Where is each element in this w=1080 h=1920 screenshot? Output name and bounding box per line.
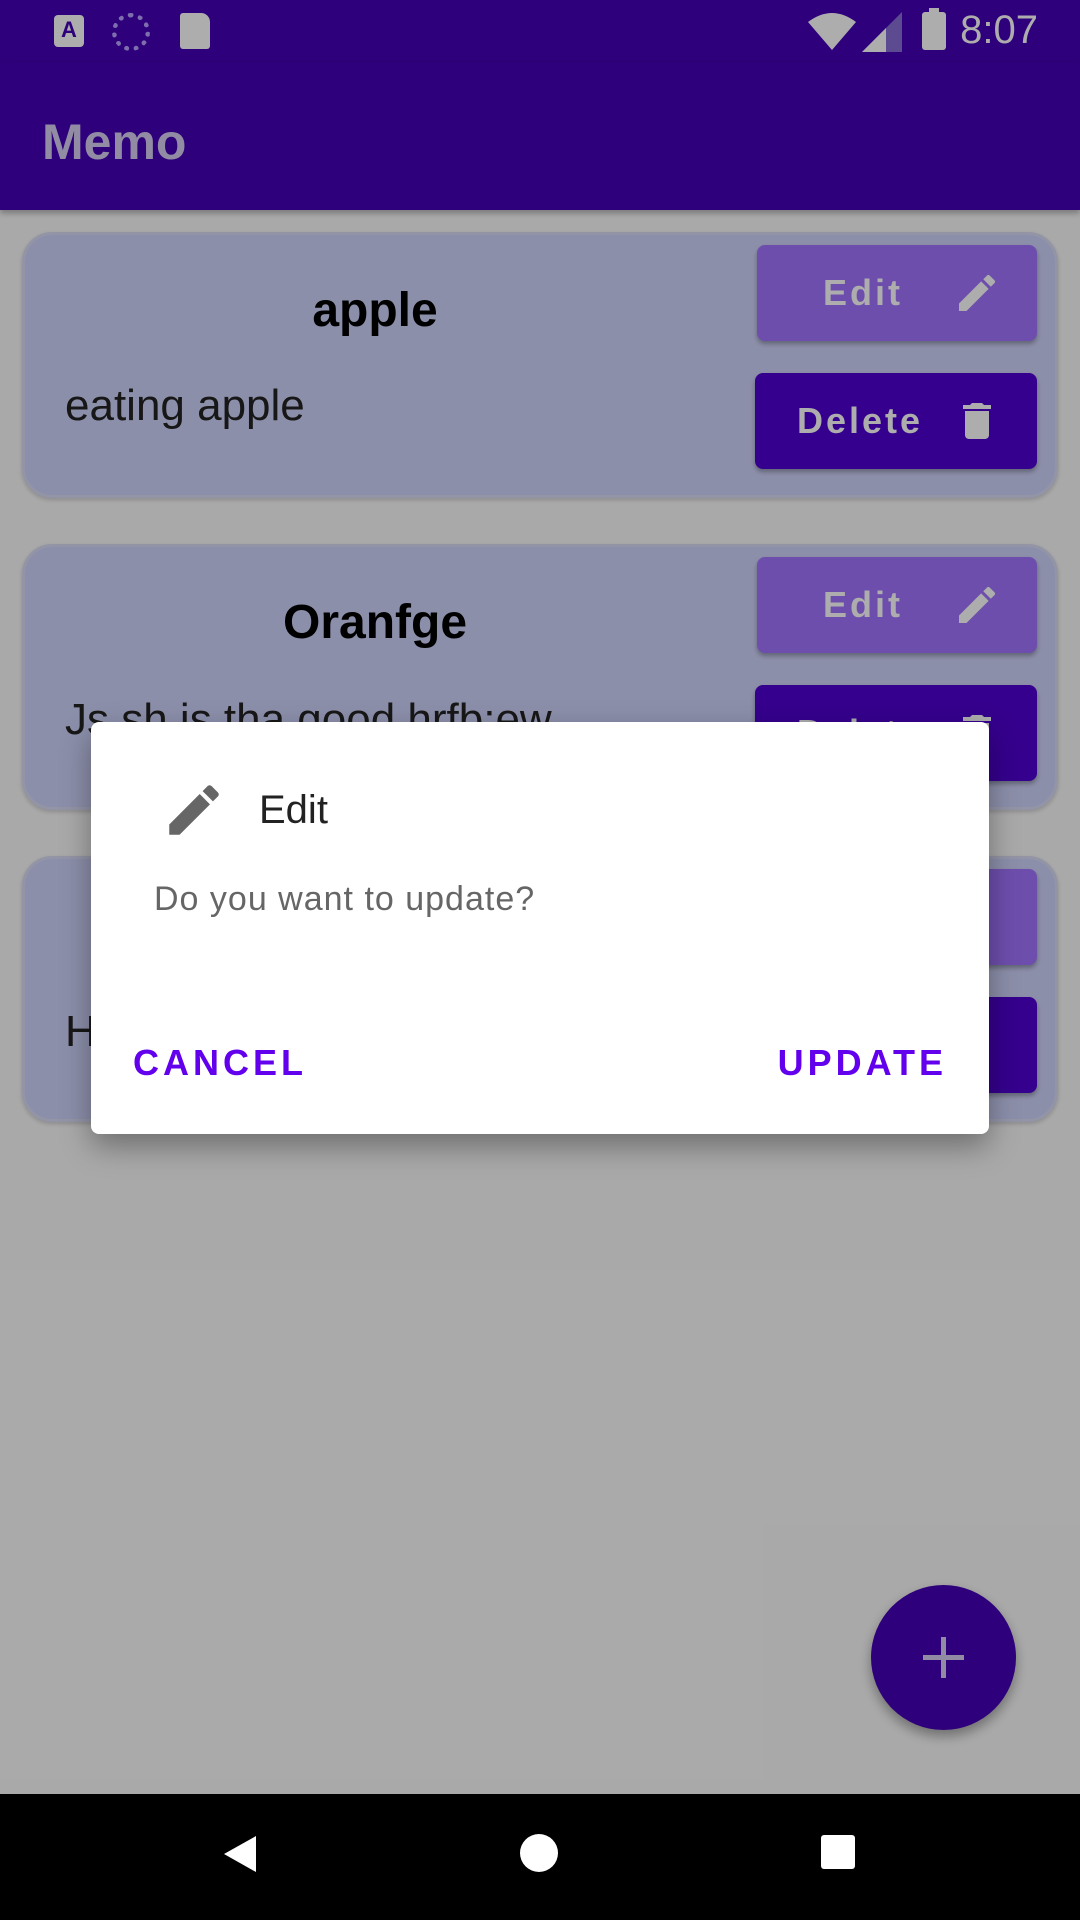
back-icon[interactable] <box>222 1834 258 1874</box>
edit-confirm-dialog: Edit Do you want to update? CANCEL UPDAT… <box>91 722 989 1134</box>
navigation-bar <box>0 1794 1080 1920</box>
dialog-title: Edit <box>259 788 328 832</box>
dialog-message: Do you want to update? <box>154 880 536 918</box>
recent-apps-icon[interactable] <box>821 1835 855 1869</box>
pencil-icon <box>169 785 219 835</box>
update-button[interactable]: UPDATE <box>778 1042 947 1084</box>
cancel-button[interactable]: CANCEL <box>133 1042 307 1084</box>
home-icon[interactable] <box>520 1834 558 1872</box>
